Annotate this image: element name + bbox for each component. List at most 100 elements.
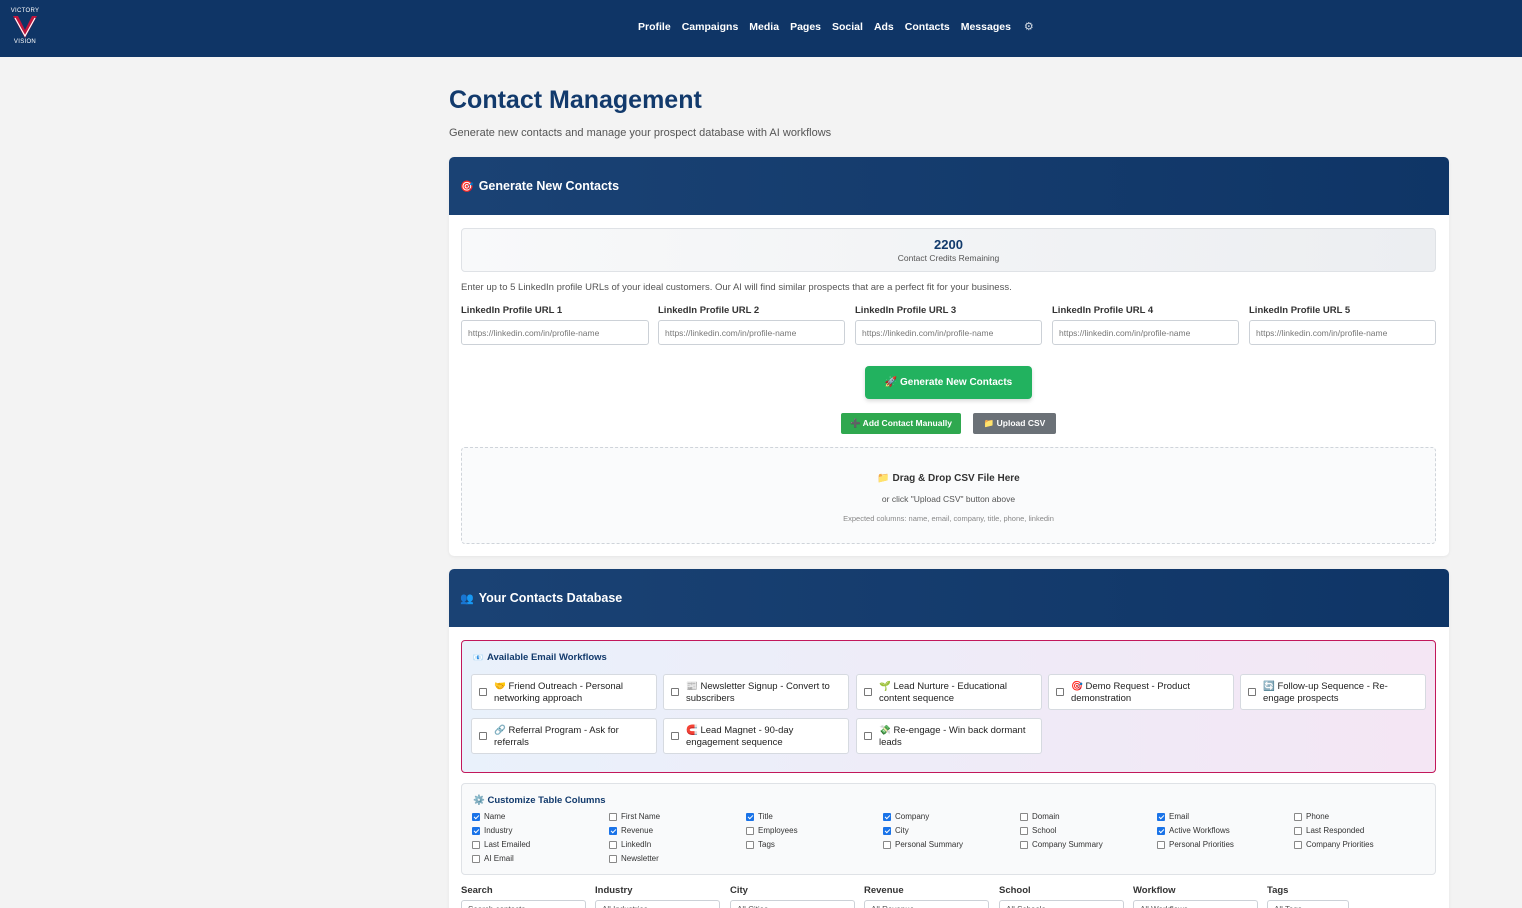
nav-ads[interactable]: Ads — [874, 20, 894, 36]
linkedin-url-input-3[interactable] — [855, 320, 1042, 345]
nav-messages[interactable]: Messages — [961, 20, 1011, 36]
workflow-item-lead-magnet[interactable]: 🧲 Lead Magnet - 90-day engagement sequen… — [663, 718, 849, 754]
linkedin-url-input-1[interactable] — [461, 320, 649, 345]
nav-profile[interactable]: Profile — [638, 20, 671, 36]
nav-pages[interactable]: Pages — [790, 20, 821, 36]
city-select[interactable]: All Cities — [730, 900, 855, 908]
column-checkbox[interactable] — [609, 827, 617, 835]
victory-vision-logo[interactable]: VICTORY VISION — [8, 8, 42, 48]
column-checkbox[interactable] — [746, 827, 754, 835]
column-checkbox[interactable] — [883, 813, 891, 821]
column-option-tags[interactable]: Tags — [746, 840, 775, 850]
nav-contacts[interactable]: Contacts — [905, 20, 950, 36]
column-option-title[interactable]: Title — [746, 812, 773, 822]
search-input[interactable]: Search contacts... — [461, 900, 586, 908]
column-option-ai-email[interactable]: AI Email — [472, 854, 514, 864]
column-option-revenue[interactable]: Revenue — [609, 826, 653, 836]
column-option-phone[interactable]: Phone — [1294, 812, 1329, 822]
workflow-checkbox[interactable] — [671, 732, 679, 740]
csv-drop-zone[interactable]: 📁 Drag & Drop CSV File Here or click "Up… — [461, 447, 1436, 544]
workflow-label: 💸 Re-engage - Win back dormant leads — [879, 725, 1026, 748]
column-label: Personal Summary — [895, 840, 964, 849]
workflow-checkbox[interactable] — [1056, 688, 1064, 696]
column-checkbox[interactable] — [609, 855, 617, 863]
column-label: AI Email — [484, 854, 514, 863]
column-checkbox[interactable] — [609, 813, 617, 821]
column-checkbox[interactable] — [1294, 841, 1302, 849]
nav-media[interactable]: Media — [749, 20, 779, 36]
column-option-linkedin[interactable]: LinkedIn — [609, 840, 651, 850]
workflow-checkbox[interactable] — [479, 688, 487, 696]
column-checkbox[interactable] — [472, 841, 480, 849]
columns-title: ⚙️ Customize Table Columns — [473, 795, 606, 806]
column-checkbox[interactable] — [1157, 827, 1165, 835]
url-label-2: LinkedIn Profile URL 2 — [658, 305, 760, 316]
linkedin-url-input-5[interactable] — [1249, 320, 1436, 345]
column-checkbox[interactable] — [1294, 813, 1302, 821]
workflow-item-friend-outreach[interactable]: 🤝 Friend Outreach - Personal networking … — [471, 674, 657, 710]
column-option-last-responded[interactable]: Last Responded — [1294, 826, 1364, 836]
column-option-city[interactable]: City — [883, 826, 909, 836]
workflow-checkbox[interactable] — [864, 688, 872, 696]
industry-select[interactable]: All Industries — [595, 900, 720, 908]
column-checkbox[interactable] — [883, 841, 891, 849]
workflow-checkbox[interactable] — [864, 732, 872, 740]
column-checkbox[interactable] — [1020, 841, 1028, 849]
column-label: Company Summary — [1032, 840, 1103, 849]
column-option-last-emailed[interactable]: Last Emailed — [472, 840, 530, 850]
column-option-personal-summary[interactable]: Personal Summary — [883, 840, 963, 850]
workflow-checkbox[interactable] — [671, 688, 679, 696]
column-option-email[interactable]: Email — [1157, 812, 1189, 822]
workflow-item-referral-program[interactable]: 🔗 Referral Program - Ask for referrals — [471, 718, 657, 754]
nav-campaigns[interactable]: Campaigns — [682, 20, 739, 36]
column-option-personal-priorities[interactable]: Personal Priorities — [1157, 840, 1234, 850]
column-label: LinkedIn — [621, 840, 652, 849]
column-checkbox[interactable] — [1020, 813, 1028, 821]
column-option-active-workflows[interactable]: Active Workflows — [1157, 826, 1230, 836]
column-option-first-name[interactable]: First Name — [609, 812, 660, 822]
column-option-company[interactable]: Company — [883, 812, 929, 822]
column-option-newsletter[interactable]: Newsletter — [609, 854, 659, 864]
column-label: Last Emailed — [484, 840, 531, 849]
workflow-item-newsletter-signup[interactable]: 📰 Newsletter Signup - Convert to subscri… — [663, 674, 849, 710]
tags-select[interactable]: All Tags — [1267, 900, 1349, 908]
column-option-company-priorities[interactable]: Company Priorities — [1294, 840, 1374, 850]
nav-social[interactable]: Social — [832, 20, 863, 36]
workflow-checkbox[interactable] — [479, 732, 487, 740]
column-checkbox[interactable] — [472, 813, 480, 821]
revenue-select[interactable]: All Revenue — [864, 900, 989, 908]
column-checkbox[interactable] — [1294, 827, 1302, 835]
gear-icon[interactable]: ⚙ — [1024, 20, 1034, 36]
linkedin-url-input-4[interactable] — [1052, 320, 1239, 345]
generate-contacts-button[interactable]: 🚀 Generate New Contacts — [865, 366, 1032, 399]
column-option-employees[interactable]: Employees — [746, 826, 798, 836]
column-checkbox[interactable] — [746, 813, 754, 821]
school-select[interactable]: All Schools — [999, 900, 1124, 908]
column-option-company-summary[interactable]: Company Summary — [1020, 840, 1103, 850]
column-checkbox[interactable] — [1157, 813, 1165, 821]
workflow-item-lead-nurture[interactable]: 🌱 Lead Nurture - Educational content seq… — [856, 674, 1042, 710]
add-contact-manually-button[interactable]: ➕ Add Contact Manually — [841, 413, 961, 434]
workflow-label: 🔗 Referral Program - Ask for referrals — [494, 725, 619, 748]
upload-csv-button[interactable]: 📁 Upload CSV — [973, 413, 1056, 434]
column-option-school[interactable]: School — [1020, 826, 1056, 836]
column-option-name[interactable]: Name — [472, 812, 505, 822]
page-title: Contact Management — [449, 86, 702, 114]
column-checkbox[interactable] — [883, 827, 891, 835]
column-checkbox[interactable] — [472, 855, 480, 863]
column-checkbox[interactable] — [1157, 841, 1165, 849]
column-option-domain[interactable]: Domain — [1020, 812, 1060, 822]
column-option-industry[interactable]: Industry — [472, 826, 512, 836]
filter-search: Search Search contacts... — [461, 885, 586, 908]
workflow-item-re-engage[interactable]: 💸 Re-engage - Win back dormant leads — [856, 718, 1042, 754]
column-checkbox[interactable] — [1020, 827, 1028, 835]
workflow-select[interactable]: All Workflows — [1133, 900, 1258, 908]
workflow-label: 🔄 Follow-up Sequence - Re-engage prospec… — [1263, 681, 1388, 704]
workflow-item-follow-up[interactable]: 🔄 Follow-up Sequence - Re-engage prospec… — [1240, 674, 1426, 710]
column-checkbox[interactable] — [746, 841, 754, 849]
workflow-checkbox[interactable] — [1248, 688, 1256, 696]
workflow-item-demo-request[interactable]: 🎯 Demo Request - Product demonstration — [1048, 674, 1234, 710]
column-checkbox[interactable] — [472, 827, 480, 835]
linkedin-url-input-2[interactable] — [658, 320, 845, 345]
column-checkbox[interactable] — [609, 841, 617, 849]
